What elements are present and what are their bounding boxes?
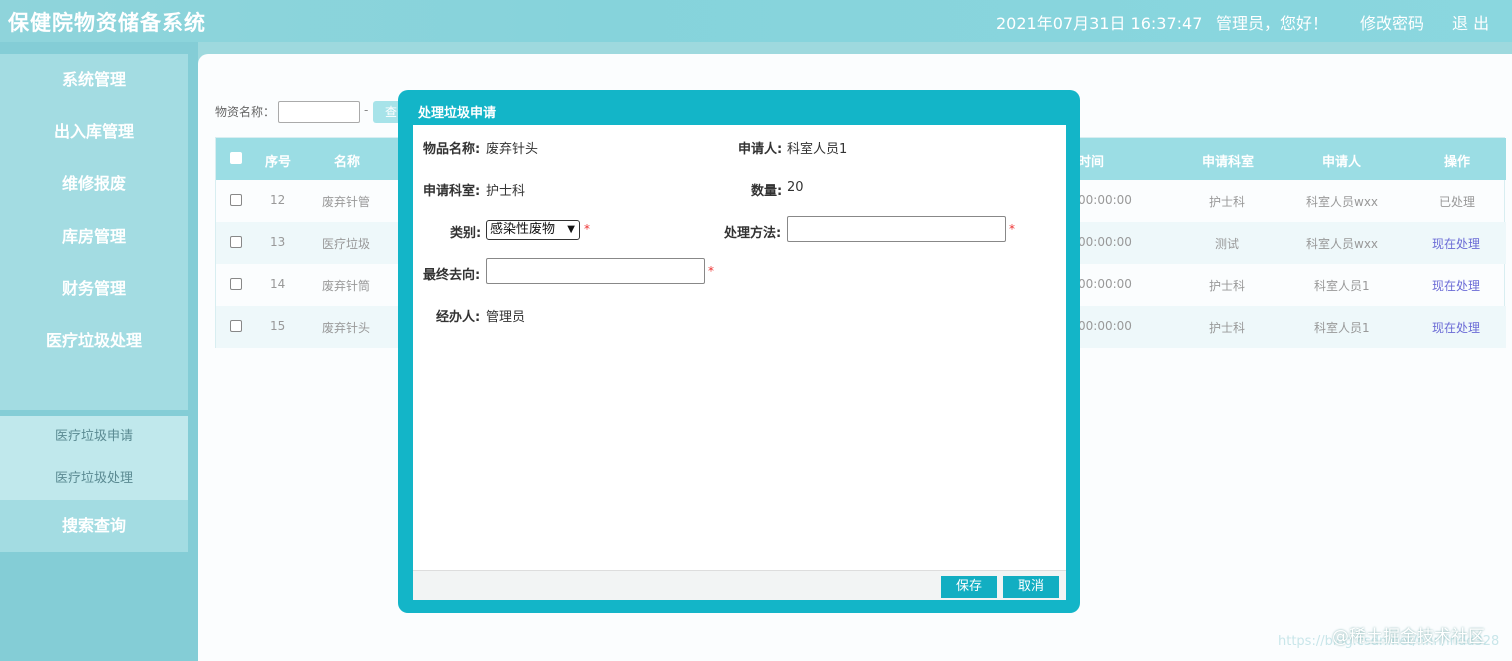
required-mark: *	[708, 264, 714, 278]
sidebar-subitem-waste-apply[interactable]: 医疗垃圾申请	[0, 416, 188, 458]
cell-dept: 测试	[1215, 237, 1240, 251]
row-checkbox[interactable]	[230, 194, 242, 206]
cell-dept: 护士科	[1209, 321, 1246, 335]
cell-applicant: 科室人员wxx	[1306, 237, 1379, 251]
sidebar-item-search[interactable]: 搜索查询	[0, 500, 188, 552]
cell-time: 00:00:00	[1078, 319, 1132, 333]
cell-name: 废弃针管	[322, 195, 371, 209]
chevron-down-icon: ▼	[567, 224, 575, 235]
search-label: 物资名称：	[215, 105, 276, 119]
header-action: 操作	[1444, 155, 1471, 170]
search-input[interactable]	[278, 101, 360, 123]
sidebar-subitem-waste-process[interactable]: 医疗垃圾处理	[0, 458, 188, 500]
required-mark: *	[584, 222, 590, 236]
destination-input[interactable]	[486, 258, 705, 284]
sidebar-item-repair[interactable]: 维修报废	[0, 158, 188, 210]
process-now-link[interactable]: 现在处理	[1432, 277, 1480, 294]
cell-seq: 15	[270, 319, 286, 333]
sidebar-search-section: 搜索查询	[0, 500, 188, 552]
select-all-checkbox[interactable]	[230, 152, 242, 164]
row-checkbox[interactable]	[230, 278, 242, 290]
header-name: 名称	[334, 155, 361, 170]
cell-time: 00:00:00	[1078, 193, 1132, 207]
cell-name: 医疗垃圾	[322, 237, 371, 251]
cell-time: 00:00:00	[1078, 277, 1132, 291]
cell-applicant: 科室人员1	[1314, 321, 1370, 335]
sidebar-item-medical-waste[interactable]: 医疗垃圾处理	[0, 315, 188, 367]
save-button[interactable]: 保存	[941, 576, 997, 598]
app-title: 保健院物资储备系统	[8, 11, 206, 35]
cell-action-status: 已处理	[1439, 195, 1476, 209]
dialog-footer: 保存 取消	[413, 570, 1066, 600]
handler-value: 管理员	[486, 310, 526, 325]
quantity-label: 数量:	[751, 184, 783, 199]
destination-label: 最终去向:	[423, 268, 481, 283]
method-input[interactable]	[787, 216, 1006, 242]
process-waste-dialog: 处理垃圾申请 物品名称: 废弃针头 申请人: 科室人员1 申请科室: 护士科 数…	[398, 90, 1080, 613]
dept-label: 申请科室:	[423, 184, 481, 199]
header-seq: 序号	[265, 155, 292, 170]
header-applicant: 申请人	[1322, 155, 1362, 170]
quantity-value: 20	[787, 180, 804, 195]
cell-dept: 护士科	[1209, 195, 1246, 209]
logout-link[interactable]: 退 出	[1452, 10, 1489, 34]
category-label: 类别:	[450, 226, 482, 241]
sidebar-item-inventory[interactable]: 出入库管理	[0, 106, 188, 158]
header-time: 时间	[1078, 155, 1105, 170]
sidebar-item-system[interactable]: 系统管理	[0, 54, 188, 106]
cell-applicant: 科室人员1	[1314, 279, 1370, 293]
change-password-link[interactable]: 修改密码	[1360, 10, 1424, 34]
cell-seq: 12	[270, 193, 286, 207]
process-now-link[interactable]: 现在处理	[1432, 235, 1480, 252]
cell-seq: 14	[270, 277, 286, 291]
category-selected-value: 感染性废物	[490, 222, 556, 237]
handler-label: 经办人:	[436, 310, 481, 325]
cell-seq: 13	[270, 235, 286, 249]
item-name-label: 物品名称:	[423, 142, 481, 157]
applicant-value: 科室人员1	[787, 142, 848, 157]
cell-dept: 护士科	[1209, 279, 1246, 293]
cell-time: 00:00:00	[1078, 235, 1132, 249]
sidebar-submenu: 医疗垃圾申请 医疗垃圾处理	[0, 416, 188, 500]
required-mark: *	[1009, 222, 1015, 236]
row-checkbox[interactable]	[230, 320, 242, 332]
user-greeting: 管理员，您好！	[1216, 14, 1329, 33]
cell-applicant: 科室人员wxx	[1306, 195, 1379, 209]
dept-value: 护士科	[486, 184, 526, 199]
sidebar-item-finance[interactable]: 财务管理	[0, 263, 188, 315]
category-select[interactable]: 感染性废物 ▼	[486, 220, 580, 240]
header-dept: 申请科室	[1202, 155, 1255, 170]
process-now-link[interactable]: 现在处理	[1432, 319, 1480, 336]
applicant-label: 申请人:	[738, 142, 783, 157]
item-name-value: 废弃针头	[486, 142, 539, 157]
dialog-body: 物品名称: 废弃针头 申请人: 科室人员1 申请科室: 护士科 数量: 20 类…	[413, 125, 1066, 570]
row-checkbox[interactable]	[230, 236, 242, 248]
top-header: 保健院物资储备系统 2021年07月31日 16:37:47 管理员，您好！ 修…	[0, 0, 1512, 42]
sidebar: 系统管理 出入库管理 维修报废 库房管理 财务管理 医疗垃圾处理 医疗垃圾申请 …	[0, 42, 198, 661]
method-label: 处理方法:	[724, 226, 782, 241]
watermark-brand: @稀土掘金技术社区	[1332, 627, 1485, 647]
search-dash: -	[364, 103, 369, 117]
cancel-button[interactable]: 取消	[1003, 576, 1059, 598]
cell-name: 废弃针头	[322, 321, 371, 335]
sidebar-item-warehouse[interactable]: 库房管理	[0, 211, 188, 263]
dialog-title: 处理垃圾申请	[418, 106, 497, 121]
current-datetime: 2021年07月31日 16:37:47	[996, 14, 1203, 33]
cell-name: 废弃针筒	[322, 279, 371, 293]
sidebar-menu: 系统管理 出入库管理 维修报废 库房管理 财务管理 医疗垃圾处理	[0, 54, 188, 410]
